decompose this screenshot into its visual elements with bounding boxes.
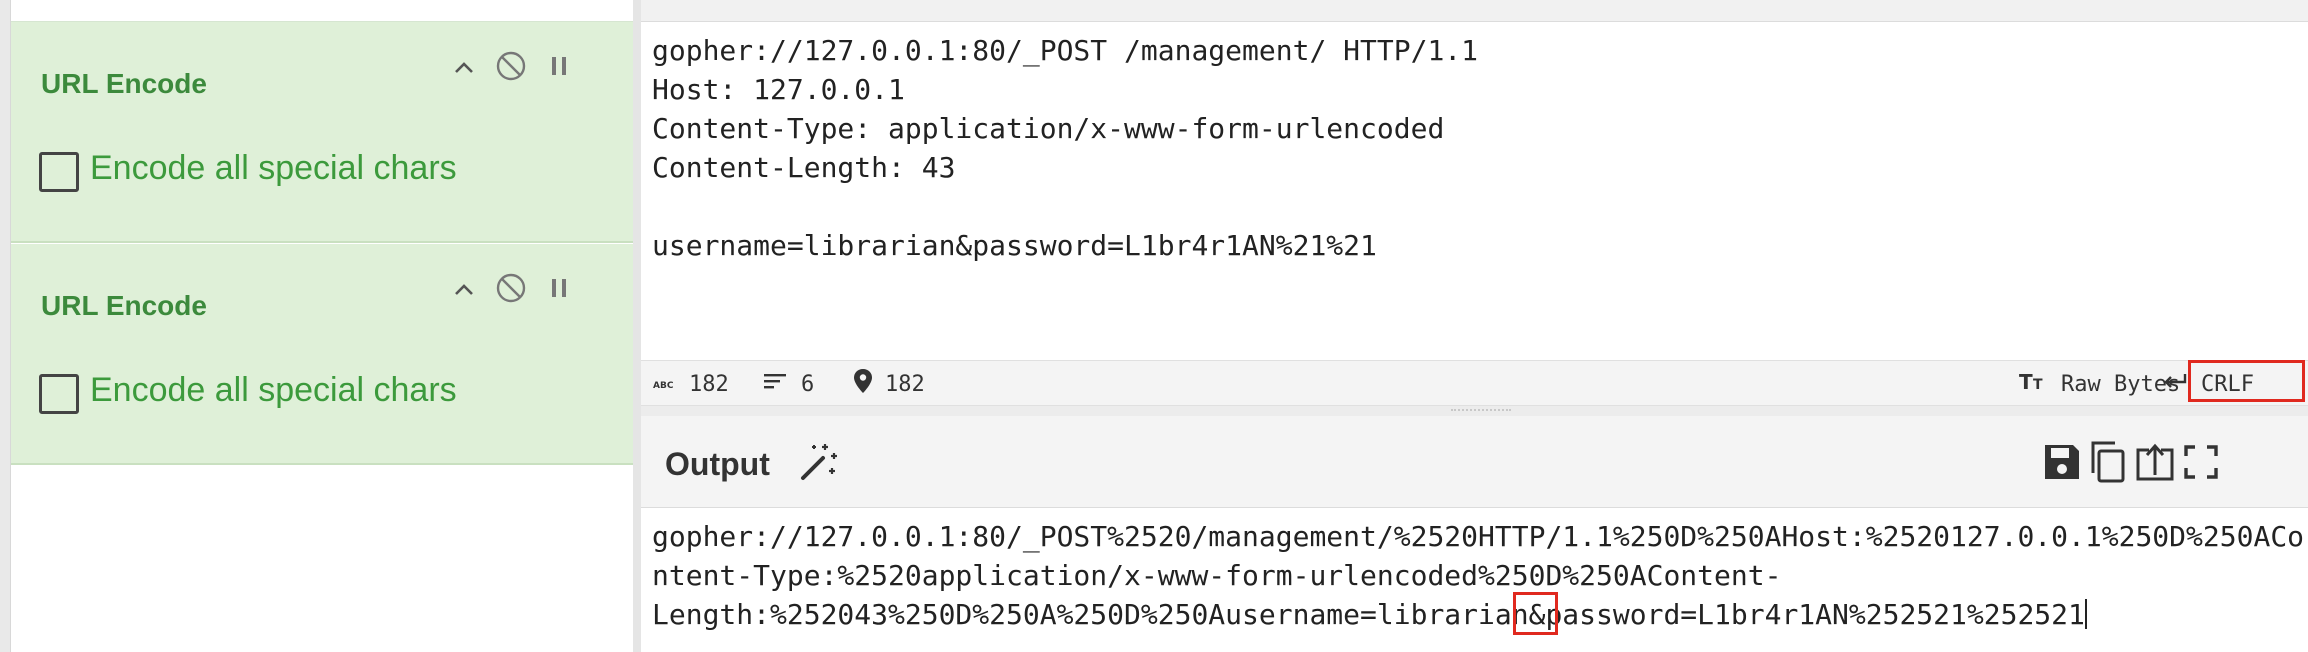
- ampersand-highlight-box: [1513, 592, 1558, 635]
- replace-input-icon[interactable]: [2129, 436, 2181, 488]
- input-line[interactable]: username=librarian&password=L1br4r1AN%21…: [652, 229, 1377, 262]
- output-header: Output: [641, 416, 2308, 508]
- pause-icon[interactable]: [539, 46, 579, 86]
- encode-all-special-chars-label[interactable]: Encode all special chars: [90, 149, 457, 188]
- input-line[interactable]: Content-Length: 43: [652, 151, 955, 184]
- output-line[interactable]: ntent-Type:%2520application/x-www-form-u…: [652, 559, 1781, 592]
- text-cursor: [2084, 599, 2087, 629]
- crlf-highlight-box: [2188, 360, 2305, 402]
- input-pane[interactable]: gopher://127.0.0.1:80/_POST /management/…: [641, 0, 2308, 360]
- input-header-strip: [641, 0, 2308, 22]
- svg-text:T: T: [2019, 370, 2033, 393]
- output-line[interactable]: gopher://127.0.0.1:80/_POST%2520/managem…: [652, 520, 2304, 553]
- lines-value: 6: [801, 371, 815, 397]
- operation-title: URL Encode: [41, 290, 207, 321]
- output-title: Output: [665, 446, 770, 482]
- input-line[interactable]: gopher://127.0.0.1:80/_POST /management/…: [652, 34, 1478, 67]
- encode-all-special-chars-checkbox[interactable]: [39, 374, 79, 414]
- disable-icon[interactable]: [491, 46, 531, 86]
- pause-icon[interactable]: [539, 268, 579, 308]
- fullscreen-icon[interactable]: [2175, 436, 2227, 488]
- encode-all-special-chars-checkbox[interactable]: [39, 152, 79, 192]
- disable-icon[interactable]: [491, 268, 531, 308]
- encode-all-special-chars-label[interactable]: Encode all special chars: [90, 371, 457, 410]
- operation-url-encode-2: URL Encode Encode all special chars: [11, 244, 633, 465]
- left-edge-strip: [0, 0, 11, 652]
- chevron-up-icon[interactable]: [444, 48, 484, 88]
- recipe-panel: URL Encode Encode all special chars URL …: [11, 0, 633, 652]
- copy-icon[interactable]: [2082, 436, 2134, 488]
- lines-icon: [763, 371, 801, 397]
- chevron-up-icon[interactable]: [444, 270, 484, 310]
- magic-wand-icon[interactable]: [793, 436, 845, 488]
- output-line[interactable]: Length:%252043%250D%250A%250D%250Auserna…: [652, 598, 2085, 631]
- svg-text:ABC: ABC: [653, 381, 674, 391]
- resize-grip[interactable]: [1451, 409, 1511, 413]
- length-stat: ABC 182: [653, 361, 729, 407]
- input-status-bar: ABC 182 6 182 TT Raw Bytes CRLF: [641, 360, 2308, 406]
- output-line-last[interactable]: Length:%252043%250D%250A%250D%250Auserna…: [652, 598, 2087, 631]
- position-stat: 182: [853, 361, 925, 407]
- position-value: 182: [885, 371, 925, 397]
- recipe-top-strip: [11, 0, 633, 22]
- lines-stat: 6: [763, 361, 814, 407]
- input-line[interactable]: Content-Type: application/x-www-form-url…: [652, 112, 1444, 145]
- text-size-icon: TT: [2019, 369, 2061, 399]
- text-length-icon: ABC: [653, 371, 689, 397]
- raw-bytes-toggle[interactable]: TT Raw Bytes: [2019, 361, 2180, 407]
- operation-url-encode-1: URL Encode Encode all special chars: [11, 22, 633, 243]
- pane-divider[interactable]: [633, 0, 641, 652]
- pane-resize-handle[interactable]: [641, 406, 2308, 416]
- operation-title: URL Encode: [41, 68, 207, 99]
- location-pin-icon: [853, 368, 885, 400]
- save-icon[interactable]: [2036, 436, 2088, 488]
- length-value: 182: [689, 371, 729, 397]
- output-pane[interactable]: gopher://127.0.0.1:80/_POST%2520/managem…: [641, 508, 2308, 652]
- input-line[interactable]: Host: 127.0.0.1: [652, 73, 905, 106]
- svg-text:T: T: [2033, 377, 2043, 393]
